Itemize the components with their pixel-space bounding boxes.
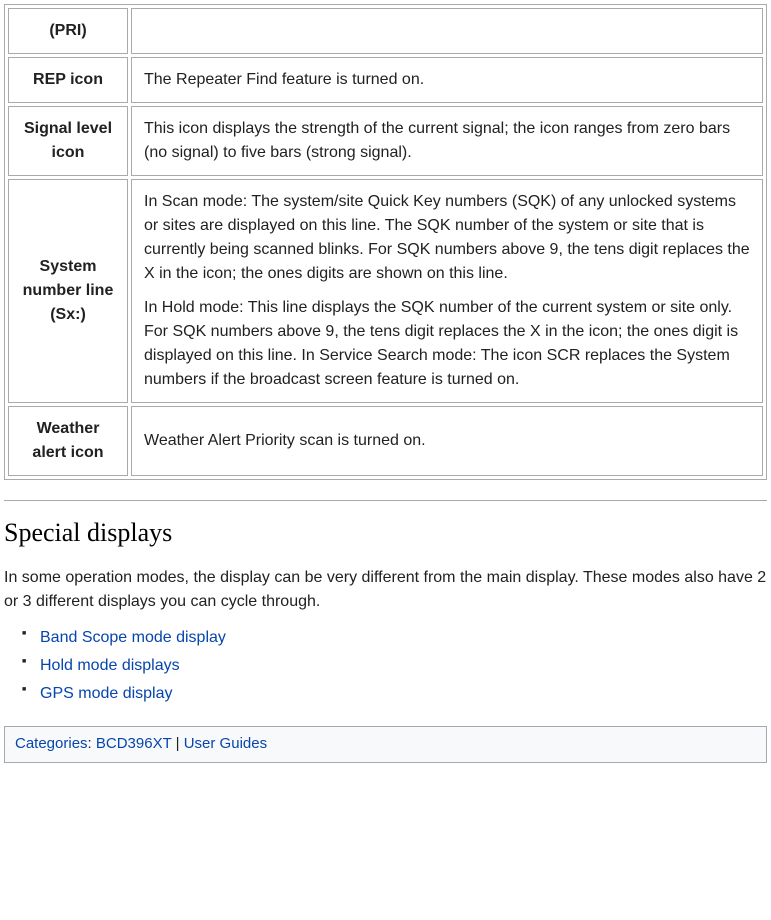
separator: : (88, 735, 96, 752)
row-cell: This icon displays the strength of the c… (131, 106, 763, 176)
link-gps-mode[interactable]: GPS mode display (40, 685, 173, 702)
row-header: System number line (Sx:) (8, 179, 128, 403)
table-row: Weather alert icon Weather Alert Priorit… (8, 406, 763, 476)
icon-table: (PRI) REP icon The Repeater Find feature… (4, 4, 767, 480)
section-intro: In some operation modes, the display can… (4, 566, 767, 614)
table-row: Signal level icon This icon displays the… (8, 106, 763, 176)
section-heading: Special displays (4, 513, 767, 552)
list-item: Band Scope mode display (40, 626, 767, 650)
categories-link[interactable]: Categories (15, 735, 88, 752)
row-cell (131, 8, 763, 54)
row-header: Weather alert icon (8, 406, 128, 476)
category-links: Categories: BCD396XT | User Guides (4, 726, 767, 763)
list-item: Hold mode displays (40, 654, 767, 678)
row-header: Signal level icon (8, 106, 128, 176)
category-bcd396xt[interactable]: BCD396XT (96, 735, 172, 752)
table-row: REP icon The Repeater Find feature is tu… (8, 57, 763, 103)
paragraph: In Hold mode: This line displays the SQK… (144, 296, 750, 392)
link-band-scope[interactable]: Band Scope mode display (40, 629, 226, 646)
row-header: (PRI) (8, 8, 128, 54)
row-header: REP icon (8, 57, 128, 103)
table-row: (PRI) (8, 8, 763, 54)
row-cell: In Scan mode: The system/site Quick Key … (131, 179, 763, 403)
section-divider (4, 500, 767, 501)
link-hold-mode[interactable]: Hold mode displays (40, 657, 180, 674)
table-row: System number line (Sx:) In Scan mode: T… (8, 179, 763, 403)
row-cell: The Repeater Find feature is turned on. (131, 57, 763, 103)
paragraph: In Scan mode: The system/site Quick Key … (144, 190, 750, 286)
category-user-guides[interactable]: User Guides (184, 735, 267, 752)
link-list: Band Scope mode display Hold mode displa… (4, 626, 767, 706)
row-cell: Weather Alert Priority scan is turned on… (131, 406, 763, 476)
separator: | (171, 735, 183, 752)
list-item: GPS mode display (40, 682, 767, 706)
